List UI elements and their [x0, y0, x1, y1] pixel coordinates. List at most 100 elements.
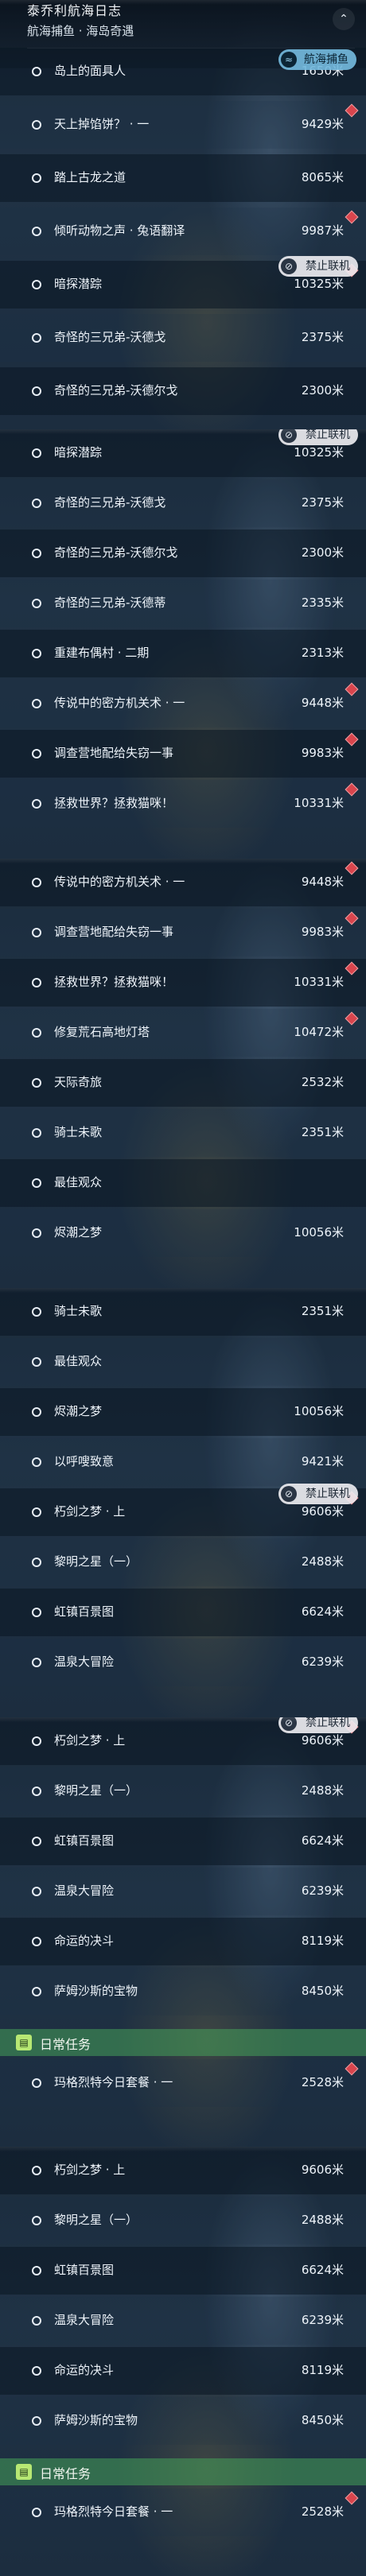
quest-radio-icon[interactable] — [32, 1307, 41, 1317]
badge-label: 航海捕鱼 — [304, 53, 348, 66]
quest-radio-icon[interactable] — [32, 1028, 41, 1038]
quest-radio-icon[interactable] — [32, 333, 41, 343]
quest-radio-icon[interactable] — [32, 120, 41, 130]
quest-row[interactable]: 奇怪的三兄弟-沃德戈 2375米 — [0, 314, 366, 362]
quest-radio-icon[interactable] — [32, 1407, 41, 1417]
quest-radio-icon[interactable] — [32, 448, 41, 458]
quest-radio-icon[interactable] — [32, 1787, 41, 1796]
quest-row[interactable]: 虹镇百景图 6624米 — [0, 2247, 366, 2295]
chevron-up-icon[interactable]: ⌃ — [333, 8, 355, 30]
quest-row[interactable]: 萨姆沙斯的宝物 8450米 — [0, 1968, 366, 2015]
quest-row[interactable]: 最佳观众 — [0, 1338, 366, 1386]
quest-radio-icon[interactable] — [32, 649, 41, 658]
quest-title: 朽剑之梦 · 上 — [54, 2163, 126, 2177]
quest-radio-icon[interactable] — [32, 2216, 41, 2225]
quest-radio-icon[interactable] — [32, 173, 41, 183]
quest-row[interactable]: 拯救世界？拯救猫咪！ 10331米 — [0, 780, 366, 828]
quest-row[interactable]: 最佳观众 — [0, 1159, 366, 1207]
quest-radio-icon[interactable] — [32, 1987, 41, 1996]
quest-radio-icon[interactable] — [32, 227, 41, 236]
quest-row[interactable]: 传说中的密方机关术 · 一 9448米 — [0, 680, 366, 727]
quest-row[interactable]: 踏上古龙之道 8065米 — [0, 154, 366, 202]
quest-radio-icon[interactable] — [32, 2166, 41, 2175]
quest-row[interactable]: 暗探潜踪 10325米 ⊘ 禁止联机 — [0, 256, 366, 308]
quest-row[interactable]: 虹镇百景图 6624米 — [0, 1589, 366, 1636]
quest-row[interactable]: 骑士未歌 2351米 — [0, 1288, 366, 1336]
quest-row[interactable]: 萨姆沙斯的宝物 8450米 — [0, 2397, 366, 2445]
quest-radio-icon[interactable] — [32, 1558, 41, 1567]
quest-row[interactable]: 骑士未歌 2351米 — [0, 1109, 366, 1157]
quest-row[interactable]: 烬潮之梦 10056米 — [0, 1388, 366, 1436]
quest-radio-icon[interactable] — [32, 2266, 41, 2275]
quest-row[interactable]: 天上掉馅饼？ · 一 9429米 — [0, 101, 366, 149]
quest-row[interactable]: 奇怪的三兄弟-沃德戈 2375米 — [0, 479, 366, 527]
quest-radio-icon[interactable] — [32, 499, 41, 508]
quest-radio-icon[interactable] — [32, 749, 41, 758]
quest-radio-icon[interactable] — [32, 2316, 41, 2326]
quest-title: 朽剑之梦 · 上 — [54, 1733, 126, 1748]
quest-row[interactable]: 天际奇旅 2532米 — [0, 1059, 366, 1107]
quest-radio-icon[interactable] — [32, 2508, 41, 2517]
quest-row[interactable]: 拯救世界？拯救猫咪！ 10331米 — [0, 959, 366, 1007]
quest-distance: 2351米 — [301, 1125, 344, 1139]
quest-row[interactable]: 暗探潜踪 10325米 ⊘ 禁止联机 — [0, 429, 366, 477]
quest-row[interactable]: 命运的决斗 8119米 — [0, 2347, 366, 2395]
quest-radio-icon[interactable] — [32, 878, 41, 887]
quest-row[interactable]: 烬潮之梦 10056米 — [0, 1209, 366, 1257]
quest-row[interactable]: 倾听动物之声 · 兔语翻译 9987米 — [0, 208, 366, 255]
quest-radio-icon[interactable] — [32, 928, 41, 937]
quest-radio-icon[interactable] — [32, 978, 41, 987]
quest-radio-icon[interactable] — [32, 1658, 41, 1667]
quest-row[interactable]: 调查营地配给失窃一事 9983米 — [0, 909, 366, 956]
quest-title: 烬潮之梦 — [54, 1225, 103, 1240]
quest-radio-icon[interactable] — [32, 1837, 41, 1846]
quest-row[interactable]: 修复荒石高地灯塔 10472米 — [0, 1009, 366, 1057]
quest-row[interactable]: 命运的决斗 8119米 — [0, 1918, 366, 1965]
quest-row[interactable]: 黎明之星（一） 2488米 — [0, 2197, 366, 2244]
quest-radio-icon[interactable] — [32, 599, 41, 608]
quest-title: 虹镇百景图 — [54, 2263, 115, 2277]
quest-radio-icon[interactable] — [32, 386, 41, 396]
quest-row[interactable]: 奇怪的三兄弟-沃德尔戈 2300米 — [0, 367, 366, 415]
quest-row[interactable]: 温泉大冒险 6239米 — [0, 1639, 366, 1686]
quest-row[interactable]: 重建布偶村 · 二期 2313米 — [0, 630, 366, 677]
quest-distance: 8450米 — [301, 2413, 344, 2427]
quest-row[interactable]: 黎明之星（一） 2488米 — [0, 1767, 366, 1815]
quest-row[interactable]: 朽剑之梦 · 上 9606米 — [0, 2147, 366, 2194]
quest-radio-icon[interactable] — [32, 1608, 41, 1617]
quest-row[interactable]: 朽剑之梦 · 上 9606米 ⊘ 禁止联机 — [0, 1717, 366, 1765]
quest-radio-icon[interactable] — [32, 1228, 41, 1238]
quest-row[interactable]: 虹镇百景图 6624米 — [0, 1818, 366, 1865]
quest-radio-icon[interactable] — [32, 1887, 41, 1896]
quest-radio-icon[interactable] — [32, 1937, 41, 1946]
quest-radio-icon[interactable] — [32, 67, 41, 76]
quest-row[interactable]: 温泉大冒险 6239米 — [0, 2297, 366, 2345]
quest-radio-icon[interactable] — [32, 549, 41, 558]
quest-radio-icon[interactable] — [32, 1736, 41, 1746]
daily-task-icon: ▤ — [16, 2035, 32, 2050]
quest-radio-icon[interactable] — [32, 1128, 41, 1138]
quest-radio-icon[interactable] — [32, 2416, 41, 2426]
quest-radio-icon[interactable] — [32, 1178, 41, 1188]
quest-radio-icon[interactable] — [32, 1078, 41, 1088]
quest-row[interactable]: 传说中的密方机关术 · 一 9448米 — [0, 859, 366, 906]
quest-row[interactable]: 以呼嗖致意 9421米 — [0, 1438, 366, 1486]
quest-row[interactable]: 黎明之星（一） 2488米 — [0, 1538, 366, 1586]
quest-radio-icon[interactable] — [32, 1357, 41, 1367]
quest-row[interactable]: 调查营地配给失窃一事 9983米 — [0, 730, 366, 778]
quest-radio-icon[interactable] — [32, 1457, 41, 1467]
quest-radio-icon[interactable] — [32, 2078, 41, 2088]
quest-row[interactable]: 奇怪的三兄弟-沃德尔戈 2300米 — [0, 530, 366, 577]
quest-row[interactable]: 玛格烈特今日套餐 · 一 2528米 — [0, 2059, 366, 2107]
quest-row[interactable]: 温泉大冒险 6239米 — [0, 1868, 366, 1915]
quest-radio-icon[interactable] — [32, 799, 41, 809]
quest-radio-icon[interactable] — [32, 2366, 41, 2376]
quest-row[interactable]: 玛格烈特今日套餐 · 一 2528米 — [0, 2489, 366, 2536]
quest-radio-icon[interactable] — [32, 1507, 41, 1517]
quest-radio-icon[interactable] — [32, 699, 41, 708]
quest-radio-icon[interactable] — [32, 280, 41, 289]
quest-title: 暗探潜踪 — [54, 445, 103, 460]
quest-row[interactable]: 奇怪的三兄弟-沃德蒂 2335米 — [0, 580, 366, 627]
notification-dot-icon — [345, 861, 359, 875]
quest-row[interactable]: 朽剑之梦 · 上 9606米 ⊘ 禁止联机 — [0, 1484, 366, 1536]
